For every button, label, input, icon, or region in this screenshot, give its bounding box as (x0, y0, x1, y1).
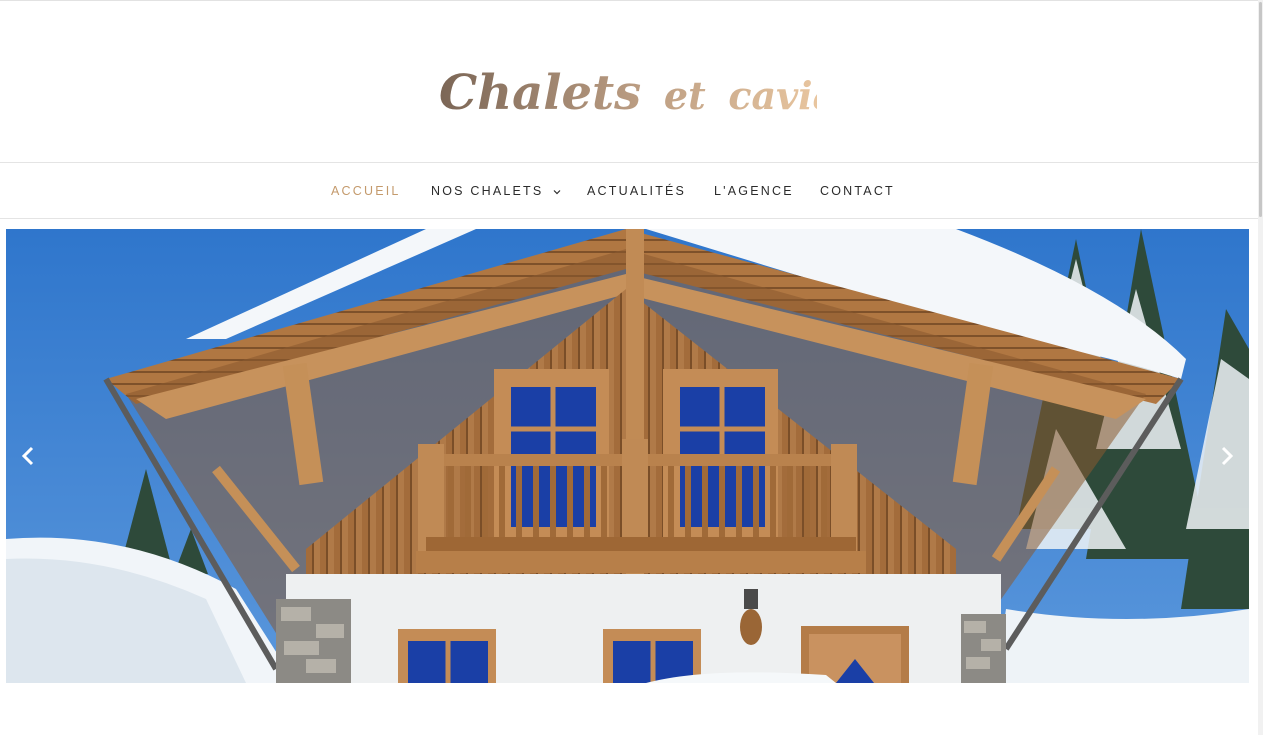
nav-item-contact[interactable]: CONTACT (820, 184, 895, 198)
logo-word-chalets: Chalets (439, 65, 641, 121)
nav-item-nos-chalets[interactable]: NOS CHALETS (431, 184, 562, 198)
page-scrollbar[interactable] (1258, 0, 1263, 735)
nav-item-label: NOS CHALETS (431, 184, 544, 198)
nav-item-accueil[interactable]: ACCUEIL (331, 184, 401, 198)
chevron-left-icon[interactable] (14, 442, 42, 470)
hero-slider[interactable] (6, 229, 1249, 683)
chevron-down-icon (553, 189, 561, 195)
scrollbar-thumb[interactable] (1259, 2, 1262, 217)
nav-item-agence[interactable]: L'AGENCE (714, 184, 794, 198)
svg-text:Chalets et caviar: Chalets et caviar (439, 65, 817, 121)
site-header: Chalets et caviar (0, 1, 1258, 161)
logo-word-caviar: caviar (728, 73, 817, 118)
site-logo[interactable]: Chalets et caviar (437, 41, 817, 121)
chalet-photo (6, 229, 1249, 683)
logo-word-et: et (664, 73, 706, 118)
chevron-right-icon[interactable] (1213, 442, 1241, 470)
nav-item-actualites[interactable]: ACTUALITÉS (587, 184, 686, 198)
main-navigation: ACCUEIL NOS CHALETS ACTUALITÉS L'AGENCE … (0, 162, 1258, 219)
